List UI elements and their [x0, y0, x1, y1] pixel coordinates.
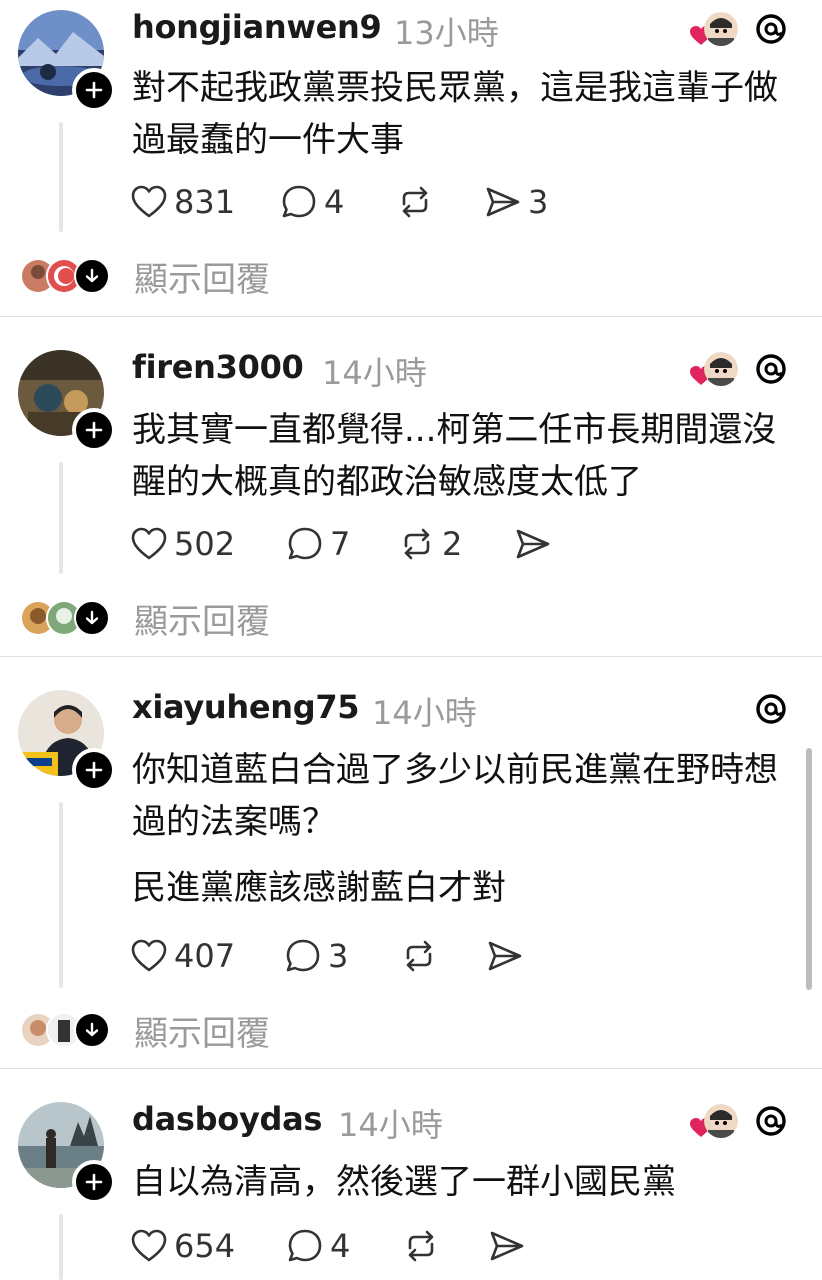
show-replies-row[interactable]: 顯示回覆 — [20, 1012, 420, 1054]
expand-replies-button[interactable] — [74, 258, 110, 294]
post-paragraph: 你知道藍白合過了多少以前民進黨在野時想過的法案嗎？ — [132, 750, 778, 842]
post-paragraph: 對不起我政黨票投民眾黨，這是我這輩子做過最蠢的一件大事 — [132, 68, 778, 160]
reply-count: 7 — [330, 525, 351, 563]
reaction-avatar-sticker — [704, 352, 738, 386]
like-button[interactable]: 502 — [130, 524, 235, 564]
like-button[interactable]: 654 — [130, 1226, 235, 1266]
like-count: 654 — [174, 1227, 236, 1265]
post-paragraph: 自以為清高，然後選了一群小國民黨 — [132, 1162, 676, 1202]
follow-button[interactable] — [72, 68, 116, 112]
threads-logo-icon[interactable] — [754, 352, 788, 386]
username[interactable]: dasboydas — [132, 1100, 322, 1138]
follow-plus-icon — [85, 761, 103, 779]
comment-icon — [282, 185, 316, 218]
post-text: 對不起我政黨票投民眾黨，這是我這輩子做過最蠢的一件大事 — [132, 62, 792, 166]
username[interactable]: firen3000 — [132, 348, 304, 386]
share-button[interactable] — [486, 936, 530, 976]
post-text: 我其實一直都覺得...柯第二任市長期間還沒醒的大概真的都政治敏感度太低了 — [132, 404, 792, 508]
post-text: 自以為清高，然後選了一群小國民黨 — [132, 1156, 792, 1208]
comment-button[interactable]: 4 — [280, 182, 344, 222]
threads-logo-icon[interactable] — [754, 12, 788, 46]
follow-button[interactable] — [72, 1160, 116, 1204]
repost-count: 2 — [442, 525, 463, 563]
follow-plus-icon — [85, 421, 103, 439]
share-icon — [490, 1231, 524, 1261]
repost-icon — [402, 186, 428, 218]
heart-icon — [131, 527, 167, 560]
share-button[interactable] — [514, 524, 558, 564]
comment-button[interactable]: 3 — [284, 936, 348, 976]
expand-replies-button[interactable] — [74, 1012, 110, 1048]
username[interactable]: hongjianwen9 — [132, 8, 382, 46]
share-count: 3 — [528, 183, 549, 221]
post-time: 13小時 — [394, 14, 499, 52]
repost-button[interactable] — [400, 936, 444, 976]
follow-plus-icon — [85, 1173, 103, 1191]
chevron-down-icon — [85, 610, 99, 625]
thread-line — [59, 462, 63, 574]
comment-button[interactable]: 4 — [286, 1226, 350, 1266]
reply-count: 4 — [324, 183, 345, 221]
post-divider — [0, 1068, 822, 1069]
reply-count: 4 — [330, 1227, 351, 1265]
share-icon — [488, 941, 522, 971]
chevron-down-icon — [85, 1022, 99, 1037]
heart-icon — [131, 185, 167, 218]
thread-line — [59, 1214, 63, 1280]
follow-button[interactable] — [72, 408, 116, 452]
comment-button[interactable]: 7 — [286, 524, 350, 564]
share-icon — [486, 187, 520, 217]
like-button[interactable]: 831 — [130, 182, 235, 222]
repost-icon — [404, 528, 430, 560]
thread-line — [59, 802, 63, 988]
chevron-down-icon — [85, 268, 99, 283]
post-paragraph: 我其實一直都覺得...柯第二任市長期間還沒醒的大概真的都政治敏感度太低了 — [132, 410, 777, 502]
repost-button[interactable] — [402, 1226, 446, 1266]
repost-icon — [408, 1230, 434, 1262]
follow-button[interactable] — [72, 748, 116, 792]
post-time: 14小時 — [372, 694, 477, 732]
threads-logo-icon[interactable] — [754, 1104, 788, 1138]
share-icon — [516, 529, 550, 559]
reaction-avatar-sticker — [704, 12, 738, 46]
share-button[interactable]: 3 — [484, 182, 548, 222]
comment-icon — [288, 527, 322, 560]
like-count: 502 — [174, 525, 236, 563]
follow-plus-icon — [85, 81, 103, 99]
post-divider — [0, 316, 822, 317]
post-paragraph: 民進黨應該感謝藍白才對 — [132, 868, 506, 908]
reaction-avatar-sticker — [704, 1104, 738, 1138]
like-button[interactable]: 407 — [130, 936, 235, 976]
username[interactable]: xiayuheng75 — [132, 688, 360, 726]
repost-icon — [406, 940, 432, 972]
show-replies-row[interactable]: 顯示回覆 — [20, 600, 420, 642]
thread-line — [59, 122, 63, 232]
like-count: 407 — [174, 937, 236, 975]
share-button[interactable] — [488, 1226, 532, 1266]
post-time: 14小時 — [322, 354, 427, 392]
show-replies-link[interactable]: 顯示回覆 — [134, 1006, 270, 1055]
reply-count: 3 — [328, 937, 349, 975]
scrollbar[interactable] — [806, 748, 812, 990]
post-text: 你知道藍白合過了多少以前民進黨在野時想過的法案嗎？ 民進黨應該感謝藍白才對 — [132, 744, 792, 914]
post-time: 14小時 — [338, 1106, 443, 1144]
post-divider — [0, 656, 822, 657]
heart-icon — [131, 1229, 167, 1262]
expand-replies-button[interactable] — [74, 600, 110, 636]
heart-icon — [131, 939, 167, 972]
threads-logo-icon[interactable] — [754, 692, 788, 726]
comment-icon — [288, 1229, 322, 1262]
repost-button[interactable] — [396, 182, 440, 222]
repost-button[interactable]: 2 — [398, 524, 462, 564]
comment-icon — [286, 939, 320, 972]
like-count: 831 — [174, 183, 236, 221]
show-replies-link[interactable]: 顯示回覆 — [134, 594, 270, 643]
show-replies-row[interactable]: 顯示回覆 — [20, 258, 420, 300]
show-replies-link[interactable]: 顯示回覆 — [134, 252, 270, 301]
